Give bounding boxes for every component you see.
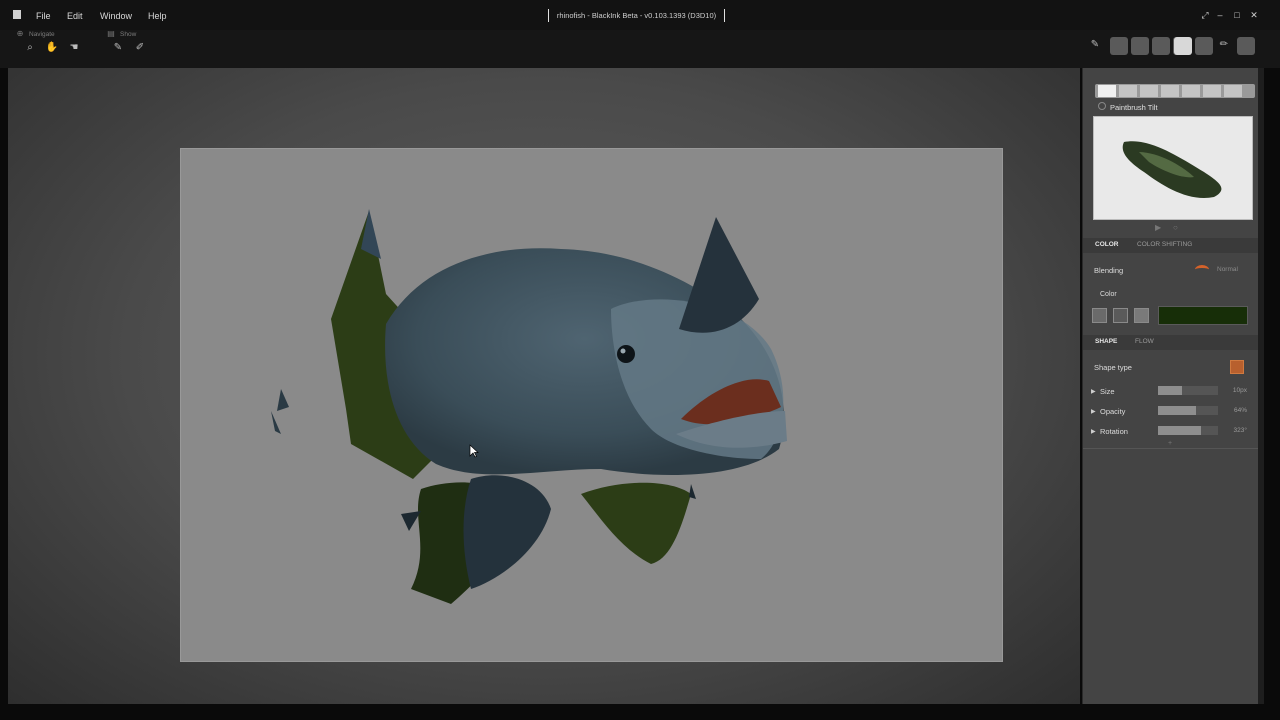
brush-preset-1[interactable] — [1110, 37, 1128, 55]
maximize-icon[interactable]: □ — [1232, 10, 1242, 20]
blending-label: Blending — [1094, 266, 1124, 275]
texture-mode-icon[interactable] — [1113, 308, 1128, 323]
pan-hand-icon[interactable]: ✋ — [45, 41, 59, 55]
menu-help[interactable]: Help — [148, 11, 167, 21]
size-label: Size — [1100, 387, 1115, 396]
tab-color-shifting[interactable]: COLOR SHIFTING — [1137, 241, 1192, 248]
brush-cell-6[interactable] — [1203, 85, 1221, 97]
eye — [617, 345, 635, 363]
brush-name-icon — [1098, 102, 1106, 110]
brush-cell-3[interactable] — [1140, 85, 1158, 97]
tab-color[interactable]: COLOR — [1095, 241, 1118, 248]
brush-toggle-icon[interactable]: ✎ — [111, 41, 125, 55]
mouse-cursor-icon — [469, 444, 479, 458]
panel-divider — [1083, 448, 1259, 449]
brush-name: Paintbrush Tilt — [1110, 103, 1158, 112]
panel-scrollbar[interactable] — [1258, 68, 1264, 704]
shape-type-label: Shape type — [1094, 363, 1132, 372]
restore-layout-icon[interactable]: ⤢ — [1200, 10, 1210, 20]
splatter-1 — [277, 389, 289, 411]
show-group-icon: ▤ — [107, 29, 115, 38]
rotation-value: 323° — [1233, 427, 1247, 434]
opacity-slider-fill — [1158, 406, 1196, 415]
brush-cell-4[interactable] — [1161, 85, 1179, 97]
size-expand-icon[interactable]: ▶ — [1091, 388, 1096, 395]
menu-window[interactable]: Window — [100, 11, 132, 21]
opacity-label: Opacity — [1100, 407, 1126, 416]
preview-stroke — [1122, 141, 1222, 198]
rotation-label: Rotation — [1100, 427, 1128, 436]
rotate-hand-icon[interactable]: ☚ — [67, 41, 81, 55]
color-swatch[interactable] — [1158, 306, 1248, 325]
blending-mode[interactable]: Normal — [1217, 266, 1238, 273]
eye-highlight — [620, 348, 626, 354]
minimize-icon[interactable]: – — [1215, 10, 1225, 20]
preview-play-icon[interactable]: ▶ — [1155, 223, 1161, 232]
shape-type-swatch[interactable] — [1230, 360, 1244, 374]
color-label: Color — [1100, 291, 1117, 298]
lower-fin-right — [581, 482, 691, 564]
brush-preset-active[interactable] — [1174, 37, 1192, 55]
brush-cell-7[interactable] — [1224, 85, 1242, 97]
zoom-icon[interactable]: ⌕ — [23, 41, 37, 55]
rotation-slider[interactable] — [1158, 426, 1218, 435]
preview-stop-icon[interactable]: ○ — [1173, 223, 1178, 232]
pencil-tool-icon[interactable]: ✎ — [1088, 38, 1102, 52]
horn — [679, 217, 759, 333]
color-section-tabs: COLOR COLOR SHIFTING — [1083, 238, 1259, 253]
drawing-canvas[interactable] — [180, 148, 1003, 662]
brush-settings-panel: Paintbrush Tilt ▶ ○ COLOR COLOR SHIFTING… — [1082, 68, 1259, 704]
blending-accent-icon — [1195, 265, 1209, 274]
brush-preset-2[interactable] — [1131, 37, 1149, 55]
brush-preset-6[interactable] — [1195, 37, 1213, 55]
brush-preset-8[interactable] — [1237, 37, 1255, 55]
brush-preset-3[interactable] — [1152, 37, 1170, 55]
menu-file[interactable]: File — [36, 11, 51, 21]
title-bar: File Edit Window Help rhinofish - BlackI… — [0, 0, 1280, 30]
size-slider[interactable] — [1158, 386, 1218, 395]
splatter-2 — [271, 411, 281, 434]
workspace[interactable] — [8, 68, 1080, 704]
shape-section-tabs: SHAPE FLOW — [1083, 335, 1259, 350]
size-slider-fill — [1158, 386, 1182, 395]
opacity-slider[interactable] — [1158, 406, 1218, 415]
eraser-tool-icon[interactable]: ✏ — [1217, 38, 1231, 52]
rhinofish-painting — [271, 209, 787, 604]
splatter-3 — [401, 511, 421, 531]
gradient-mode-icon[interactable] — [1092, 308, 1107, 323]
brush-cell-5[interactable] — [1182, 85, 1200, 97]
toolbar: ⊕ Navigate ⌕ ✋ ☚ ▤ Show ✎ ✐ ✎ ✏ — [0, 29, 1280, 68]
brush-stroke-preview — [1093, 116, 1253, 220]
show-label: Show — [120, 31, 137, 38]
eyedropper-icon[interactable] — [1134, 308, 1149, 323]
brush-cell-2[interactable] — [1119, 85, 1137, 97]
brush-preset-strip — [1095, 84, 1255, 98]
opacity-value: 64% — [1233, 407, 1247, 414]
rotation-expand-icon[interactable]: ▶ — [1091, 428, 1096, 435]
app-logo-icon — [13, 10, 21, 19]
menu-edit[interactable]: Edit — [67, 11, 83, 21]
panel-resize-handle-icon[interactable]: + — [1168, 440, 1172, 447]
window-title: rhinofish - BlackInk Beta - v0.103.1393 … — [548, 9, 725, 22]
navigate-label: Navigate — [29, 31, 55, 38]
tab-flow[interactable]: FLOW — [1135, 338, 1154, 345]
navigate-group-icon: ⊕ — [16, 29, 24, 38]
tail-fin — [463, 475, 551, 589]
size-value: 10px — [1232, 387, 1247, 394]
opacity-expand-icon[interactable]: ▶ — [1091, 408, 1096, 415]
brush-cell-1[interactable] — [1098, 85, 1116, 97]
tab-shape[interactable]: SHAPE — [1095, 338, 1117, 345]
brush-tool-bar: ✎ ✏ — [1086, 34, 1258, 64]
close-icon[interactable]: ✕ — [1249, 10, 1259, 20]
rotation-slider-fill — [1158, 426, 1201, 435]
stroke-toggle-icon[interactable]: ✐ — [133, 41, 147, 55]
splatter-4 — [689, 484, 696, 499]
